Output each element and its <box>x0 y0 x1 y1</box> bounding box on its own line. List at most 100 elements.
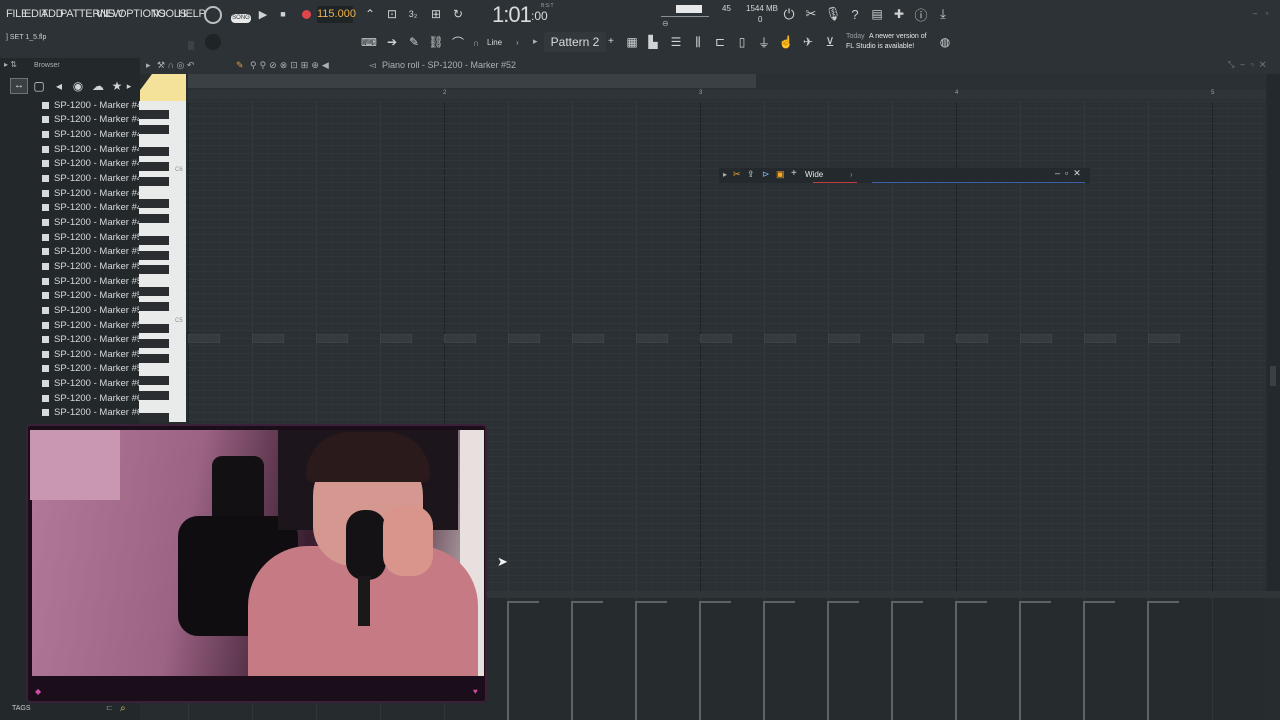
touch-icon[interactable]: ☝ <box>778 35 794 49</box>
panel-add-icon[interactable]: + <box>791 168 797 179</box>
piano-black-key[interactable] <box>139 250 169 260</box>
piano-black-key[interactable] <box>139 302 169 312</box>
ghost-note[interactable] <box>1148 334 1180 343</box>
piano-roll-tools-icon[interactable]: ⚒ ∩ ◎ ↶ <box>157 60 194 71</box>
browser-marker-item[interactable]: SP-1200 - Marker #41 <box>42 98 147 113</box>
piano-black-key[interactable] <box>139 412 169 422</box>
ghost-note[interactable] <box>444 334 476 343</box>
ghost-note[interactable] <box>764 334 796 343</box>
ghost-note[interactable] <box>188 334 220 343</box>
piano-black-key[interactable] <box>139 324 169 334</box>
browser-marker-item[interactable]: SP-1200 - Marker #47 <box>42 186 147 201</box>
browser-marker-item[interactable]: SP-1200 - Marker #54 <box>42 288 147 303</box>
piano-black-key[interactable] <box>139 176 169 186</box>
browser-marker-item[interactable]: SP-1200 - Marker #60 <box>42 376 147 391</box>
velocity-stem[interactable] <box>827 601 829 720</box>
browser-marker-item[interactable]: SP-1200 - Marker #48 <box>42 201 147 216</box>
ghost-note[interactable] <box>956 334 988 343</box>
browser-marker-item[interactable]: SP-1200 - Marker #55 <box>42 303 147 318</box>
velocity-stem[interactable] <box>763 601 765 720</box>
browser-marker-item[interactable]: SP-1200 - Marker #59 <box>42 362 147 377</box>
browser-more-icon[interactable]: ▸ <box>125 79 133 93</box>
record-icon[interactable] <box>302 10 311 19</box>
bird-icon[interactable]: ✈ <box>800 35 816 49</box>
edit-tools-icon[interactable]: ⚲⚲⊘⊗⊡⊞⊕◀ <box>250 60 332 71</box>
stop-icon[interactable]: ■ <box>277 7 289 21</box>
ghost-note[interactable] <box>380 334 412 343</box>
ghost-note[interactable] <box>1084 334 1116 343</box>
velocity-stem[interactable] <box>955 601 957 720</box>
browser-marker-item[interactable]: SP-1200 - Marker #43 <box>42 127 147 142</box>
menu-help[interactable]: HELP <box>178 8 206 20</box>
browser-cloud-icon[interactable]: ☁ <box>91 79 105 93</box>
piano-black-key[interactable] <box>139 213 169 223</box>
ghost-note[interactable] <box>828 334 860 343</box>
panel-arrow-icon[interactable]: ▸ <box>723 170 727 179</box>
download-icon[interactable]: ⤓ <box>935 6 951 22</box>
cut-icon[interactable]: ✂ <box>803 6 819 22</box>
window-controls-icon[interactable]: ⤡–▫✕ <box>1228 60 1272 70</box>
ghost-note[interactable] <box>252 334 284 343</box>
browser-marker-item[interactable]: SP-1200 - Marker #62 <box>42 406 147 421</box>
browser-marker-item[interactable]: SP-1200 - Marker #56 <box>42 318 147 333</box>
master-volume-knob[interactable] <box>188 41 194 50</box>
velocity-stem[interactable] <box>571 601 573 720</box>
maximize-window-icon[interactable]: ▫ <box>1262 8 1272 18</box>
tempo-display[interactable]: 115.000 <box>317 6 356 23</box>
tags-sort-icon[interactable]: ⊏ <box>106 703 113 712</box>
song-mode-label[interactable]: SONG <box>231 14 251 23</box>
ghost-note[interactable] <box>892 334 924 343</box>
browser-marker-item[interactable]: SP-1200 - Marker #49 <box>42 215 147 230</box>
velocity-stem[interactable] <box>1083 601 1085 720</box>
snap-arrow-icon[interactable]: › <box>516 38 519 47</box>
velocity-stem[interactable] <box>1147 601 1149 720</box>
play-icon[interactable]: ▶ <box>256 7 270 21</box>
piano-black-key[interactable] <box>139 235 169 245</box>
pattern-prev-icon[interactable]: ▸ <box>533 36 538 47</box>
browser-marker-item[interactable]: SP-1200 - Marker #58 <box>42 347 147 362</box>
brush-icon[interactable]: ✎ <box>407 35 421 49</box>
panel-window-icon[interactable]: ▣ <box>776 169 785 180</box>
panel-window-controls[interactable]: –▫✕ <box>1055 168 1086 179</box>
browser-marker-item[interactable]: SP-1200 - Marker #46 <box>42 171 147 186</box>
browser-back-icon[interactable]: ◂ <box>53 79 65 93</box>
piano-black-key[interactable] <box>139 287 169 297</box>
velocity-stem[interactable] <box>699 601 701 720</box>
snap-value[interactable]: Line <box>487 38 502 47</box>
piano-black-key[interactable] <box>139 353 169 363</box>
piano-roll-icon[interactable]: ▙ <box>645 35 661 49</box>
velocity-stem[interactable] <box>1019 601 1021 720</box>
velocity-stem[interactable] <box>507 601 509 720</box>
ghost-note[interactable] <box>1020 334 1052 343</box>
add-pattern-icon[interactable]: + <box>608 36 614 47</box>
ghost-note[interactable] <box>572 334 604 343</box>
browser-marker-item[interactable]: SP-1200 - Marker #53 <box>42 274 147 289</box>
timeline-ruler[interactable]: 2 3 4 5 <box>188 74 1266 101</box>
vertical-scroll-thumb[interactable] <box>1270 366 1276 386</box>
floating-plugin-bar[interactable]: ▸ ✂ ⇪ ⊳ ▣ + Wide › –▫✕ <box>719 168 1090 183</box>
arrow-right-icon[interactable]: ➔ <box>385 35 399 49</box>
project-icon[interactable]: ▯ <box>734 35 750 49</box>
plugin-icon[interactable]: ✚ <box>891 6 907 22</box>
browser-all-icon[interactable]: ↔ <box>10 78 28 94</box>
ghost-note[interactable] <box>700 334 732 343</box>
loop-record-icon[interactable]: ↻ <box>450 6 466 22</box>
browser-marker-item[interactable]: SP-1200 - Marker #61 <box>42 391 147 406</box>
help-icon[interactable]: ? <box>847 6 863 22</box>
panel-more-icon[interactable]: › <box>850 170 853 179</box>
bar-ruler[interactable] <box>188 90 1266 99</box>
song-time[interactable]: 1:01 <box>492 2 532 28</box>
piano-black-key[interactable] <box>139 376 169 386</box>
browser-marker-item[interactable]: SP-1200 - Marker #52 <box>42 259 147 274</box>
piano-header-tab[interactable] <box>140 74 186 101</box>
piano-black-key[interactable] <box>139 198 169 208</box>
panel-tools-icon[interactable]: ✂ <box>733 169 741 180</box>
mixer-icon[interactable]: ⫼ <box>690 35 706 49</box>
speaker-icon[interactable]: ◅ <box>369 60 376 71</box>
browser-marker-item[interactable]: SP-1200 - Marker #42 <box>42 113 147 128</box>
browser-files-icon[interactable]: ▢ <box>33 79 45 93</box>
save-icon[interactable]: ▤ <box>869 6 885 22</box>
piano-black-key[interactable] <box>139 390 169 400</box>
browser-star-icon[interactable]: ★ <box>111 79 123 93</box>
link-icon[interactable]: ⛓ <box>428 35 443 49</box>
